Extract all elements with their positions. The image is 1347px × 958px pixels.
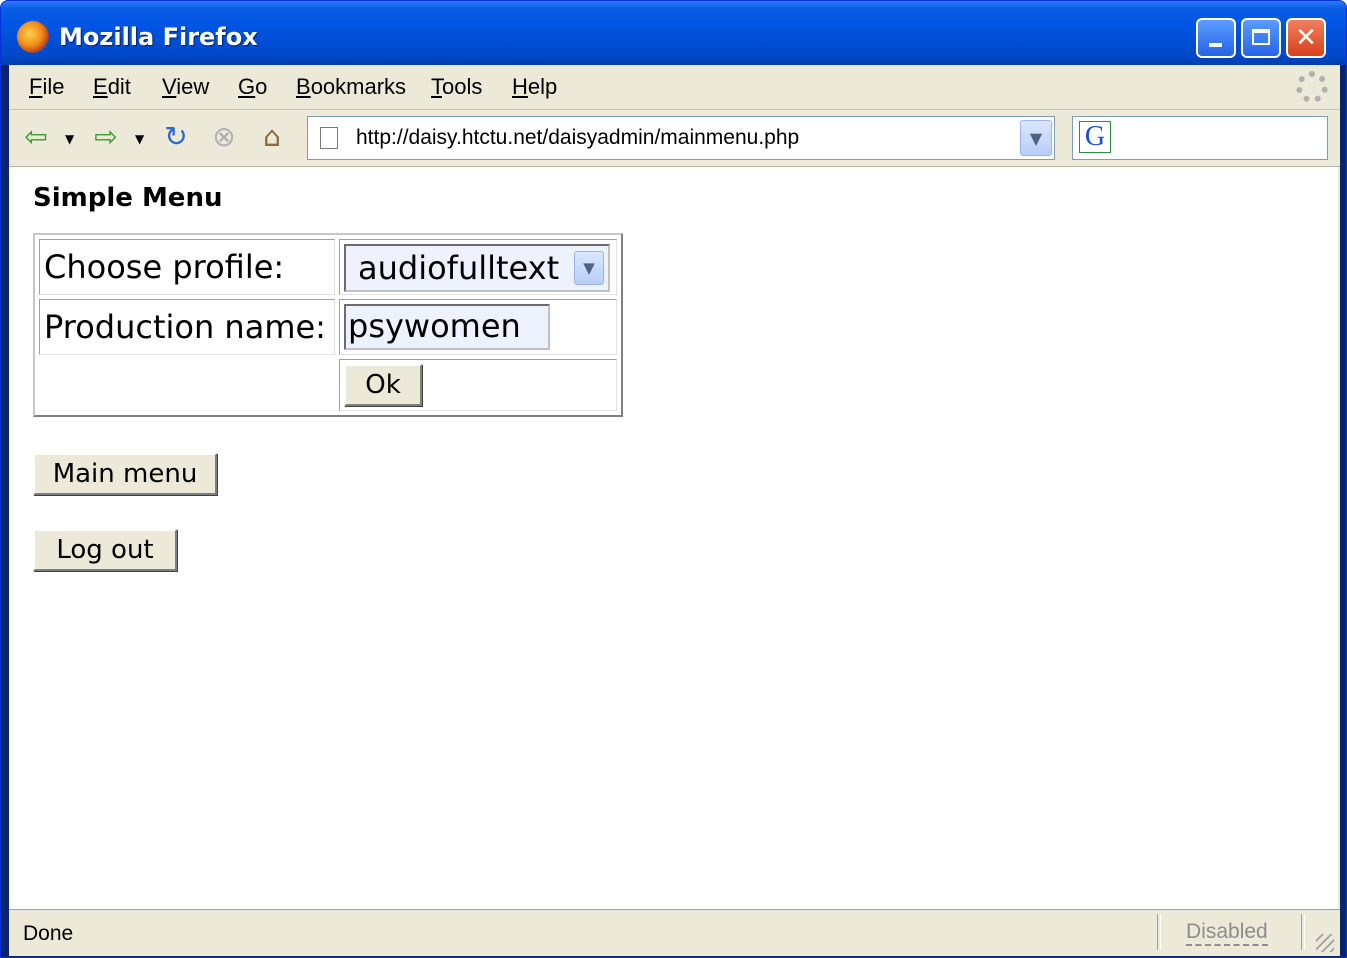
title-bar[interactable]: Mozilla Firefox ✕ [1, 1, 1346, 65]
menu-help-label: elp [527, 74, 558, 99]
production-label: Production name: [44, 308, 326, 346]
popup-blocker-status[interactable]: Disabled [1186, 920, 1268, 946]
menu-edit-label: dit [107, 74, 131, 99]
window-title: Mozilla Firefox [59, 23, 258, 51]
minimize-button[interactable] [1196, 18, 1236, 58]
page-icon [320, 127, 338, 149]
navigation-toolbar: ⇦ ▼ ⇨ ▼ ↻ ⊗ ⌂ http://daisy.htctu.net/dai… [9, 110, 1340, 167]
forward-history-dropdown[interactable]: ▼ [135, 132, 144, 146]
menu-tools[interactable]: Tools [431, 74, 482, 100]
menu-edit[interactable]: Edit [93, 74, 131, 100]
browser-window: Mozilla Firefox ✕ File Edit View Go Book… [0, 0, 1347, 958]
home-button[interactable]: ⌂ [255, 119, 289, 153]
maximize-button[interactable] [1241, 18, 1281, 58]
url-history-dropdown[interactable]: ▼ [1020, 120, 1052, 156]
minimize-icon [1209, 43, 1222, 47]
ok-button[interactable]: Ok [344, 364, 422, 406]
menu-tools-accel: T [431, 74, 442, 99]
stop-button[interactable]: ⊗ [207, 119, 241, 153]
close-button[interactable]: ✕ [1286, 18, 1326, 58]
menu-help[interactable]: Help [512, 74, 557, 100]
profile-dropdown-button[interactable]: ▼ [574, 251, 604, 285]
google-search-engine-icon[interactable]: G [1079, 121, 1111, 153]
profile-select-value: audiofulltext [358, 249, 560, 287]
menu-bookmarks-accel: B [296, 74, 311, 99]
stop-icon: ⊗ [212, 119, 236, 153]
forward-arrow-icon: ⇨ [94, 119, 118, 153]
status-separator [1157, 914, 1161, 950]
menu-file[interactable]: File [29, 74, 64, 100]
resize-grip-icon[interactable] [1316, 934, 1334, 952]
throbber-icon [1296, 71, 1328, 103]
status-separator [1301, 914, 1305, 950]
production-label-cell: Production name: [39, 299, 335, 355]
menu-view-label: iew [176, 74, 210, 99]
maximize-icon [1252, 29, 1270, 45]
menu-file-accel: F [29, 74, 43, 99]
url-text[interactable]: http://daisy.htctu.net/daisyadmin/mainme… [356, 126, 799, 150]
chevron-down-icon: ▼ [1029, 128, 1043, 148]
browser-frame: File Edit View Go Bookmarks Tools Help ⇦… [9, 65, 1340, 956]
menu-tools-label: ools [442, 74, 483, 99]
back-history-dropdown[interactable]: ▼ [65, 132, 74, 146]
menu-bookmarks-label: ookmarks [310, 74, 407, 99]
url-bar[interactable]: http://daisy.htctu.net/daisyadmin/mainme… [307, 116, 1055, 160]
search-bar[interactable]: G [1072, 116, 1328, 160]
reload-icon: ↻ [164, 119, 188, 153]
chevron-down-icon: ▼ [583, 259, 595, 277]
home-icon: ⌂ [263, 119, 281, 153]
production-input-cell: psywomen [339, 299, 617, 355]
menu-edit-accel: E [93, 74, 108, 99]
menu-go[interactable]: Go [238, 74, 267, 100]
forward-button[interactable]: ⇨ [89, 119, 123, 153]
production-name-input[interactable]: psywomen [344, 304, 550, 350]
profile-label: Choose profile: [44, 248, 285, 286]
profile-select-cell: audiofulltext ▼ [339, 239, 617, 295]
back-arrow-icon: ⇦ [24, 119, 48, 153]
page-content: Simple Menu Choose profile: audiofulltex… [9, 167, 1338, 909]
reload-button[interactable]: ↻ [159, 119, 193, 153]
profile-select[interactable]: audiofulltext ▼ [344, 244, 610, 292]
profile-label-cell: Choose profile: [39, 239, 335, 295]
menu-view-accel: V [162, 74, 177, 99]
page-title: Simple Menu [33, 183, 223, 213]
close-icon: ✕ [1295, 23, 1317, 53]
menu-bookmarks[interactable]: Bookmarks [296, 74, 406, 100]
menu-view[interactable]: View [162, 74, 209, 100]
menu-help-accel: H [512, 74, 528, 99]
main-menu-button[interactable]: Main menu [33, 453, 217, 495]
profile-form: Choose profile: audiofulltext ▼ Producti… [33, 233, 623, 417]
ok-button-cell: Ok [339, 359, 617, 411]
menu-bar: File Edit View Go Bookmarks Tools Help [9, 65, 1340, 110]
firefox-logo-icon [17, 21, 49, 53]
status-text: Done [23, 922, 74, 945]
back-button[interactable]: ⇦ [19, 119, 53, 153]
menu-go-label: o [255, 74, 268, 99]
menu-go-accel: G [238, 74, 256, 99]
menu-file-label: ile [42, 74, 65, 99]
logout-button[interactable]: Log out [33, 529, 177, 571]
status-bar: Done Disabled [9, 909, 1340, 956]
